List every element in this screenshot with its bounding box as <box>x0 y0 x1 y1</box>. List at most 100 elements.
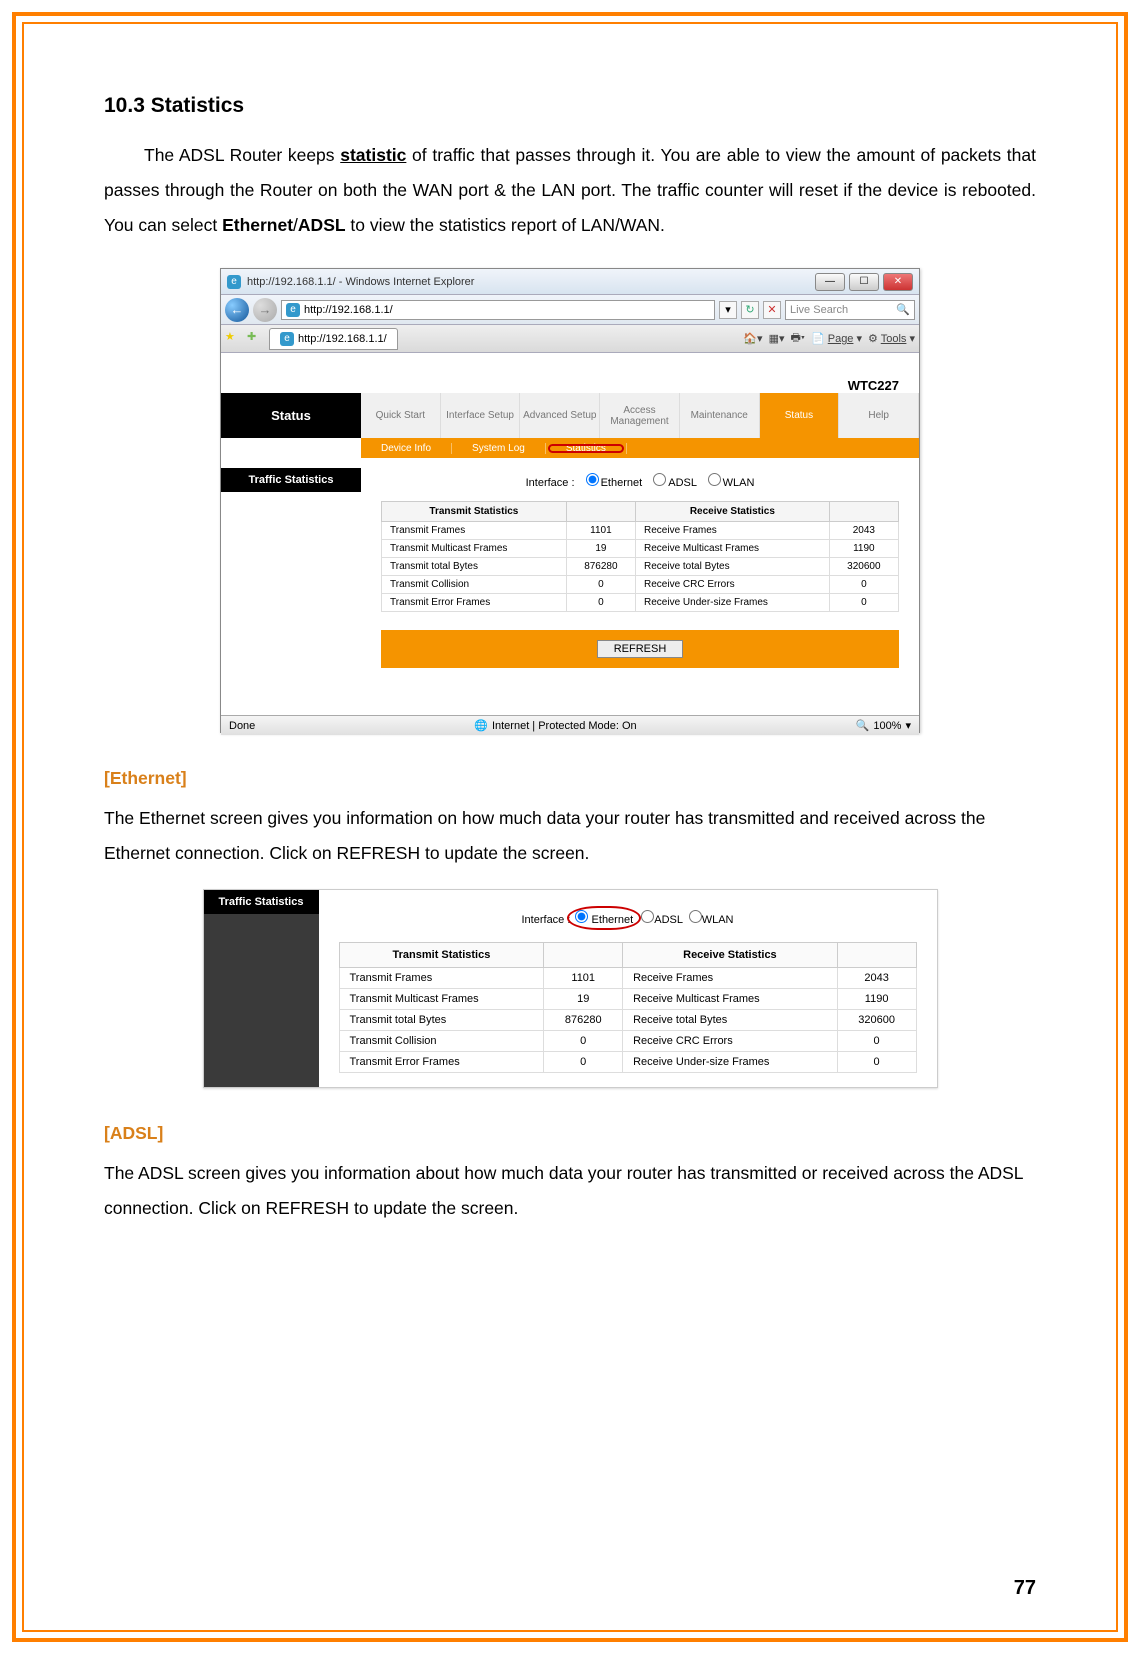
cell-tx3: Transmit total Bytes <box>382 558 567 576</box>
home-icon[interactable]: 🏠▾ <box>743 332 762 345</box>
wlan-radio[interactable] <box>708 473 721 486</box>
subnav-system-log[interactable]: System Log <box>452 443 546 454</box>
window-titlebar[interactable]: e http://192.168.1.1/ - Windows Internet… <box>221 269 919 295</box>
zoom-icon[interactable]: 🔍 <box>856 719 870 732</box>
zoom-value[interactable]: 100% <box>873 720 901 732</box>
search-input[interactable]: Live Search 🔍 <box>785 300 915 320</box>
forward-button[interactable]: → <box>253 298 277 322</box>
stop-button[interactable]: ✕ <box>763 301 781 319</box>
tab-bar: ★ ✚ e http://192.168.1.1/ 🏠▾ ▦▾ 🖶▾ 📄 Pag… <box>221 325 919 353</box>
ethernet-highlight: Ethernet <box>573 910 635 926</box>
url-text: http://192.168.1.1/ <box>304 304 393 316</box>
nav-help[interactable]: Help <box>839 393 919 438</box>
page-number: 77 <box>1014 1577 1036 1600</box>
router-body: Interface : Ethernet ADSL WLAN Transmit … <box>361 458 919 715</box>
crop-adsl-radio[interactable] <box>641 910 654 923</box>
nav-status-heading: Status <box>221 393 361 438</box>
cell-tx5v: 0 <box>566 594 635 612</box>
adsl-radio[interactable] <box>653 473 666 486</box>
crop-wlan-radio[interactable] <box>689 910 702 923</box>
c-rx5: Receive Under-size Frames <box>623 1052 838 1073</box>
ethernet-radio[interactable] <box>586 473 599 486</box>
ethernet-heading: [Ethernet] <box>104 768 1036 789</box>
back-button[interactable]: ← <box>225 298 249 322</box>
subnav-device-info[interactable]: Device Info <box>361 443 452 454</box>
ethernet-stats-screenshot: Traffic Statistics Interface : Ethernet … <box>203 889 938 1088</box>
crop-statistics-table: Transmit Statistics Receive Statistics T… <box>339 942 917 1073</box>
intro-ethernet-bold: Ethernet <box>222 215 293 235</box>
nav-interface-setup[interactable]: Interface Setup <box>441 393 521 438</box>
cell-tx3v: 876280 <box>566 558 635 576</box>
c-rx4v: 0 <box>837 1031 916 1052</box>
crop-wlan-label: WLAN <box>702 914 734 926</box>
tab-ie-icon: e <box>280 332 294 346</box>
c-rx2v: 1190 <box>837 989 916 1010</box>
c-rx3: Receive total Bytes <box>623 1010 838 1031</box>
favorites-star-icon[interactable]: ★ <box>225 330 243 348</box>
refresh-bar: REFRESH <box>381 630 899 668</box>
browser-window: e http://192.168.1.1/ - Windows Internet… <box>220 268 920 733</box>
cell-tx4: Transmit Collision <box>382 576 567 594</box>
close-button[interactable]: ✕ <box>883 273 913 291</box>
print-icon[interactable]: 🖶▾ <box>791 329 805 348</box>
internet-zone-icon: 🌐 <box>474 719 488 732</box>
cell-rx3: Receive total Bytes <box>636 558 830 576</box>
minimize-button[interactable]: — <box>815 273 845 291</box>
nav-status-tab[interactable]: Status <box>760 393 840 438</box>
cell-rx2v: 1190 <box>829 540 898 558</box>
cell-rx1v: 2043 <box>829 522 898 540</box>
page-menu[interactable]: 📄 Page ▾ <box>811 332 862 345</box>
zoom-dropdown-icon[interactable]: ▾ <box>905 719 911 732</box>
crop-interface-selector: Interface : Ethernet ADSL WLAN <box>339 910 917 926</box>
intro-adsl-bold: ADSL <box>298 215 346 235</box>
maximize-button[interactable]: ☐ <box>849 273 879 291</box>
cell-tx4v: 0 <box>566 576 635 594</box>
tools-menu[interactable]: ⚙ Tools ▾ <box>868 332 915 345</box>
refresh-button[interactable]: REFRESH <box>597 640 684 658</box>
nav-advanced-setup[interactable]: Advanced Setup <box>520 393 600 438</box>
cell-tx1v: 1101 <box>566 522 635 540</box>
ie-page-icon: e <box>286 303 300 317</box>
status-mode: Internet | Protected Mode: On <box>492 720 637 732</box>
c-rx4: Receive CRC Errors <box>623 1031 838 1052</box>
status-done: Done <box>229 720 255 732</box>
c-tx1v: 1101 <box>544 968 623 989</box>
address-bar: ← → e http://192.168.1.1/ ▾ ↻ ✕ Live Sea… <box>221 295 919 325</box>
subnav-statistics[interactable]: Statistics <box>546 443 627 454</box>
crop-ethernet-radio[interactable] <box>575 910 588 923</box>
c-rx1v: 2043 <box>837 968 916 989</box>
cell-rx4v: 0 <box>829 576 898 594</box>
cell-rx2: Receive Multicast Frames <box>636 540 830 558</box>
feeds-icon[interactable]: ▦▾ <box>769 332 785 345</box>
crop-ethernet-label: Ethernet <box>592 914 634 926</box>
intro-text-c: to view the statistics report of LAN/WAN… <box>346 215 665 235</box>
c-tx5: Transmit Error Frames <box>339 1052 544 1073</box>
nav-maintenance[interactable]: Maintenance <box>680 393 760 438</box>
refresh-addr-button[interactable]: ↻ <box>741 301 759 319</box>
crop-adsl-label: ADSL <box>654 914 682 926</box>
browser-tab[interactable]: e http://192.168.1.1/ <box>269 328 398 350</box>
search-icon[interactable]: 🔍 <box>896 303 910 316</box>
crop-sidebar-heading: Traffic Statistics <box>204 890 319 914</box>
intro-text-a: The ADSL Router keeps <box>144 145 340 165</box>
nav-access-management[interactable]: Access Management <box>600 393 680 438</box>
c-tx3: Transmit total Bytes <box>339 1010 544 1031</box>
nav-quick-start[interactable]: Quick Start <box>361 393 441 438</box>
dropdown-button[interactable]: ▾ <box>719 301 737 319</box>
c-rx1: Receive Frames <box>623 968 838 989</box>
cell-rx3v: 320600 <box>829 558 898 576</box>
intro-paragraph: The ADSL Router keeps statistic of traff… <box>104 138 1036 243</box>
statistics-table: Transmit Statistics Receive Statistics T… <box>381 501 899 612</box>
c-tx1: Transmit Frames <box>339 968 544 989</box>
router-main-nav: Status Quick Start Interface Setup Advan… <box>221 393 919 438</box>
th-transmit: Transmit Statistics <box>382 502 567 522</box>
crop-sidebar: Traffic Statistics <box>204 890 319 1087</box>
page-inner-border: 10.3 Statistics The ADSL Router keeps st… <box>22 22 1118 1632</box>
url-input[interactable]: e http://192.168.1.1/ <box>281 300 715 320</box>
section-title: 10.3 Statistics <box>104 94 1036 118</box>
c-tx5v: 0 <box>544 1052 623 1073</box>
add-favorite-icon[interactable]: ✚ <box>247 330 265 348</box>
th-receive: Receive Statistics <box>636 502 830 522</box>
cell-rx4: Receive CRC Errors <box>636 576 830 594</box>
intro-statistic-word: statistic <box>340 145 406 165</box>
